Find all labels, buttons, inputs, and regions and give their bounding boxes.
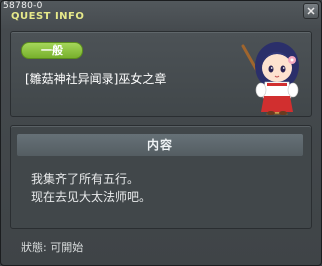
quest-status: 狀態: 可開始 <box>21 241 84 254</box>
content-line: 现在去见大太法师吧。 <box>31 190 152 204</box>
quest-header-panel: 一般 [雛菇神社异闻录]巫女之章 <box>10 31 312 117</box>
category-badge: 一般 <box>21 42 83 59</box>
quest-name: [雛菇神社异闻录]巫女之章 <box>25 72 167 86</box>
quest-info-window: 58780-0 QUEST INFO 一般 [雛菇神社异闻录]巫女之章 内容 我… <box>0 0 322 266</box>
content-header: 内容 <box>17 134 303 156</box>
quest-id: 58780-0 <box>3 1 43 11</box>
quest-content-panel: 内容 我集齐了所有五行。 现在去见大太法师吧。 <box>10 125 312 229</box>
close-button[interactable] <box>303 3 319 19</box>
window-title: QUEST INFO <box>11 11 85 22</box>
close-icon <box>307 7 315 15</box>
content-line: 我集齐了所有五行。 <box>31 172 140 186</box>
title-bar[interactable]: 58780-0 QUEST INFO <box>1 1 321 23</box>
shrine-maiden-avatar <box>241 42 299 115</box>
